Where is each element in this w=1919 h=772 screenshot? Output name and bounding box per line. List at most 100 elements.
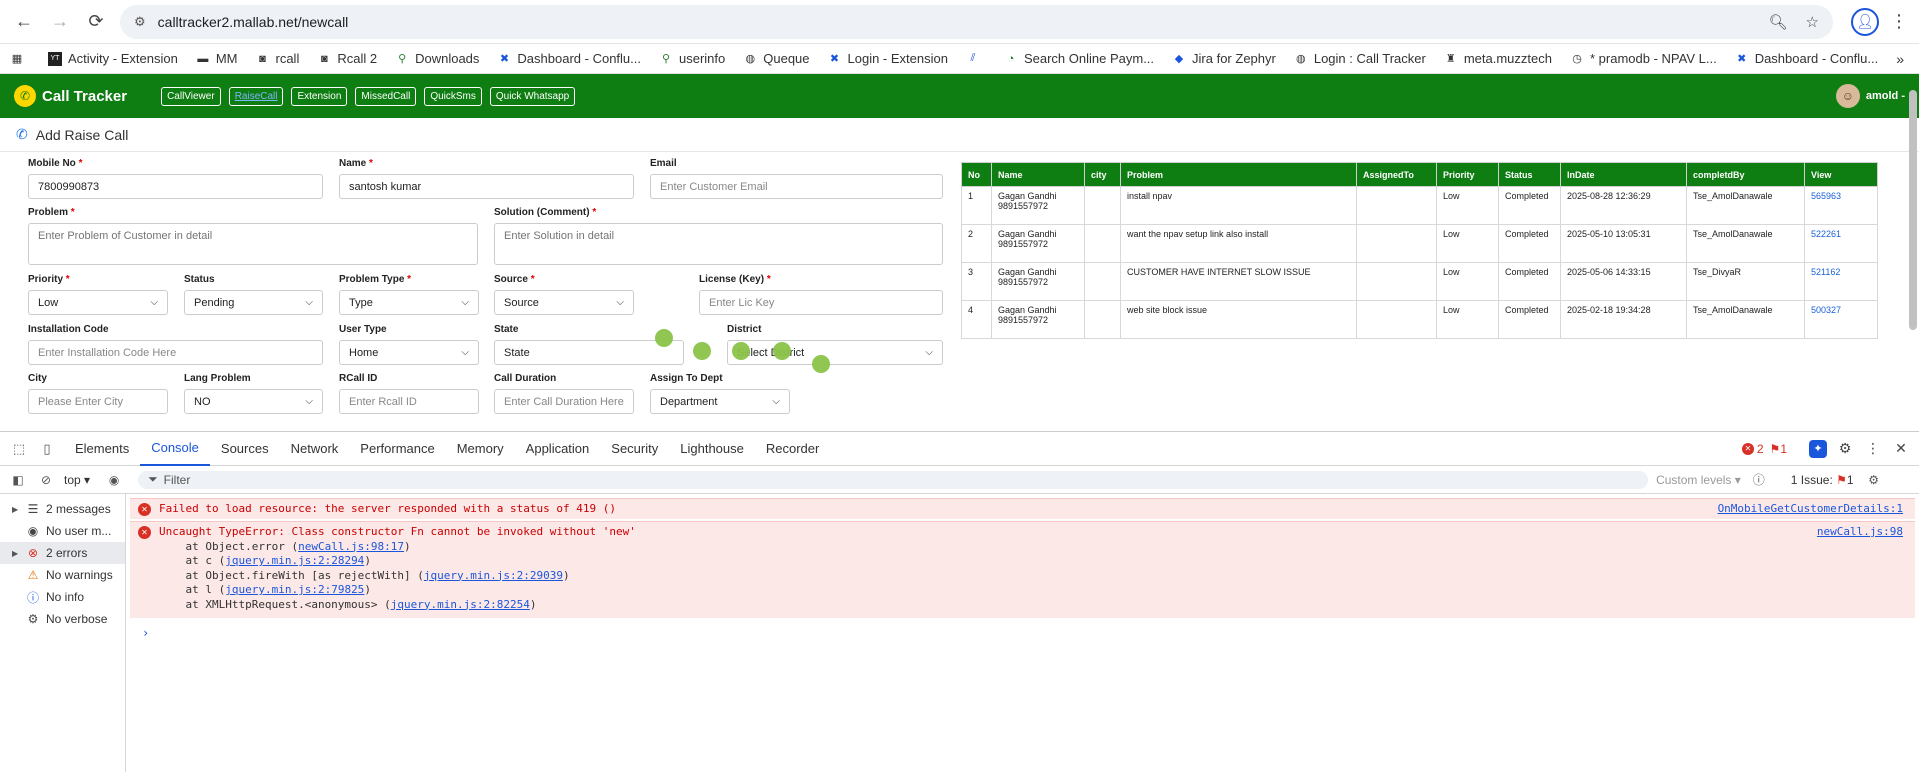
user-type-select[interactable]: Home ⌵ — [339, 340, 479, 365]
forward-icon[interactable]: → — [44, 6, 76, 38]
issue-counter[interactable]: ⚑1 — [1770, 442, 1787, 456]
problem-textarea[interactable] — [28, 223, 478, 265]
gear-icon[interactable]: ⚙ — [1835, 440, 1855, 457]
license-input[interactable] — [699, 290, 943, 315]
close-icon[interactable]: ✕ — [1891, 440, 1911, 457]
tab-console[interactable]: Console — [140, 432, 210, 466]
bookmark-item[interactable]: ⫽ — [966, 52, 986, 66]
url-text[interactable]: calltracker2.mallab.net/newcall — [158, 14, 1751, 30]
context-select[interactable]: top ▾ — [64, 473, 90, 487]
console-sidebar-item[interactable]: ⚙ No verbose — [0, 608, 125, 630]
view-call-link[interactable]: 500327 — [1811, 305, 1841, 315]
zoom-icon[interactable]: 🔍︎ — [1769, 13, 1788, 31]
assign-dept-select[interactable]: Department ⌵ — [650, 389, 790, 414]
page-scrollbar[interactable] — [1909, 90, 1917, 330]
mobile-input[interactable] — [28, 174, 323, 199]
name-input[interactable] — [339, 174, 634, 199]
bookmark-item[interactable]: ♜ meta.muzztech — [1444, 51, 1552, 66]
source-link[interactable]: OnMobileGetCustomerDetails:1 — [1718, 502, 1903, 515]
priority-select[interactable]: Low ⌵ — [28, 290, 168, 315]
bookmark-item[interactable]: ✖ Dashboard - Conflu... — [497, 51, 641, 66]
solution-textarea[interactable] — [494, 223, 943, 265]
stack-source-link[interactable]: newCall.js:98:17 — [298, 540, 404, 553]
clear-console-icon[interactable]: ⊘ — [36, 473, 56, 487]
console-sidebar-item[interactable]: ▶ ☰ 2 messages — [0, 498, 125, 520]
state-select[interactable]: State — [494, 340, 684, 365]
nav-callviewer[interactable]: CallViewer — [161, 86, 221, 106]
installation-input[interactable] — [28, 340, 323, 365]
bookmark-item[interactable]: ◆ Jira for Zephyr — [1172, 51, 1276, 66]
tab-sources[interactable]: Sources — [210, 432, 280, 466]
status-select[interactable]: Pending ⌵ — [184, 290, 323, 315]
console-settings-icon[interactable]: ⚙ — [1864, 473, 1884, 487]
profile-icon[interactable]: 👤︎ — [1851, 7, 1879, 36]
bookmark-item[interactable]: ◷ * pramodb - NPAV L... — [1570, 51, 1717, 66]
nav-missedcall[interactable]: MissedCall — [355, 86, 417, 106]
error-counter[interactable]: ✕ 2 — [1741, 442, 1764, 456]
tab-memory[interactable]: Memory — [446, 432, 515, 466]
bookmark-item[interactable]: YT Activity - Extension — [48, 51, 178, 66]
console-prompt[interactable]: › — [130, 618, 1915, 648]
more-options-icon[interactable]: ⋮ — [1863, 440, 1883, 457]
console-error-message[interactable]: ✕ Failed to load resource: the server re… — [130, 498, 1915, 519]
bookmark-item[interactable]: ✖ Login - Extension — [828, 51, 948, 66]
view-call-link[interactable]: 521162 — [1811, 267, 1840, 277]
nav-raisecall[interactable]: RaiseCall — [228, 86, 284, 106]
ai-assist-icon[interactable]: ✦ — [1809, 439, 1827, 458]
bookmark-item[interactable]: ⚲ userinfo — [659, 51, 725, 66]
stack-source-link[interactable]: jquery.min.js:2:28294 — [225, 554, 364, 567]
stack-source-link[interactable]: jquery.min.js:2:29039 — [424, 569, 563, 582]
view-call-link[interactable]: 522261 — [1811, 229, 1841, 239]
site-info-icon[interactable]: ⚙ — [134, 14, 146, 30]
filter-input[interactable]: ⏷ Filter — [138, 470, 1649, 489]
inspect-icon[interactable]: ⬚ — [8, 441, 30, 457]
stack-source-link[interactable]: jquery.min.js:2:79825 — [225, 583, 364, 596]
bookmark-item[interactable]: ◙ Rcall 2 — [317, 51, 377, 66]
reload-icon[interactable]: ⟳ — [80, 6, 112, 38]
log-levels-select[interactable]: Custom levels ▾ — [1656, 473, 1741, 487]
source-link[interactable]: newCall.js:98 — [1817, 525, 1903, 538]
back-icon[interactable]: ← — [8, 6, 40, 38]
brand[interactable]: ✆ Call Tracker — [14, 85, 127, 107]
nav-extension[interactable]: Extension — [291, 86, 348, 106]
bookmark-item[interactable]: ▬ MM — [196, 51, 237, 66]
tab-network[interactable]: Network — [280, 432, 350, 466]
issues-summary[interactable]: 1 Issue: ⚑ 1 — [1791, 473, 1854, 487]
bookmark-item[interactable]: ◔ Search Online Paym... — [1004, 51, 1154, 66]
chevron-right-icon[interactable]: » — [1896, 51, 1904, 67]
source-select[interactable]: Source ⌵ — [494, 290, 634, 315]
apps-icon[interactable]: ▦ — [10, 52, 30, 66]
tab-application[interactable]: Application — [515, 432, 601, 466]
problem-type-select[interactable]: Type ⌵ — [339, 290, 479, 315]
tab-recorder[interactable]: Recorder — [755, 432, 830, 466]
tab-lighthouse[interactable]: Lighthouse — [669, 432, 755, 466]
bookmark-item[interactable]: ◍ Queque — [743, 51, 809, 66]
bookmark-item[interactable]: ✖ Dashboard - Conflu... — [1735, 51, 1878, 66]
tab-performance[interactable]: Performance — [349, 432, 445, 466]
tab-security[interactable]: Security — [600, 432, 669, 466]
console-sidebar-item[interactable]: ◉ No user m... — [0, 520, 125, 542]
lang-problem-select[interactable]: NO ⌵ — [184, 389, 323, 414]
bookmark-item[interactable]: ◙ rcall — [256, 51, 299, 66]
call-duration-input[interactable] — [494, 389, 634, 414]
tab-elements[interactable]: Elements — [64, 432, 140, 466]
stack-source-link[interactable]: jquery.min.js:2:82254 — [391, 598, 530, 611]
console-sidebar-item[interactable]: ▶ ⊗ 2 errors — [0, 542, 125, 564]
bookmark-star-icon[interactable]: ☆ — [1806, 13, 1819, 31]
sidebar-toggle-icon[interactable]: ◧ — [8, 473, 28, 487]
address-bar[interactable]: ⚙ calltracker2.mallab.net/newcall 🔍︎ ☆ — [120, 4, 1833, 39]
device-toggle-icon[interactable]: ▯ — [36, 441, 58, 457]
console-error-message[interactable]: ✕ Uncaught TypeError: Class constructor … — [130, 521, 1915, 618]
view-call-link[interactable]: 565963 — [1811, 191, 1841, 201]
email-input[interactable] — [650, 174, 943, 199]
nav-quick-whatsapp[interactable]: Quick Whatsapp — [489, 86, 576, 106]
district-select[interactable]: Select District ⌵ — [727, 340, 943, 365]
console-sidebar-item[interactable]: ⓘ No info — [0, 586, 125, 608]
city-input[interactable] — [28, 389, 168, 414]
console-sidebar-item[interactable]: ⚠ No warnings — [0, 564, 125, 586]
browser-menu-icon[interactable]: ⋮ — [1887, 11, 1911, 32]
bookmark-item[interactable]: ◍ Login : Call Tracker — [1294, 51, 1426, 66]
nav-quicksms[interactable]: QuickSms — [424, 86, 482, 106]
rcall-id-input[interactable] — [339, 389, 479, 414]
eye-icon[interactable]: ◉ — [104, 473, 124, 487]
